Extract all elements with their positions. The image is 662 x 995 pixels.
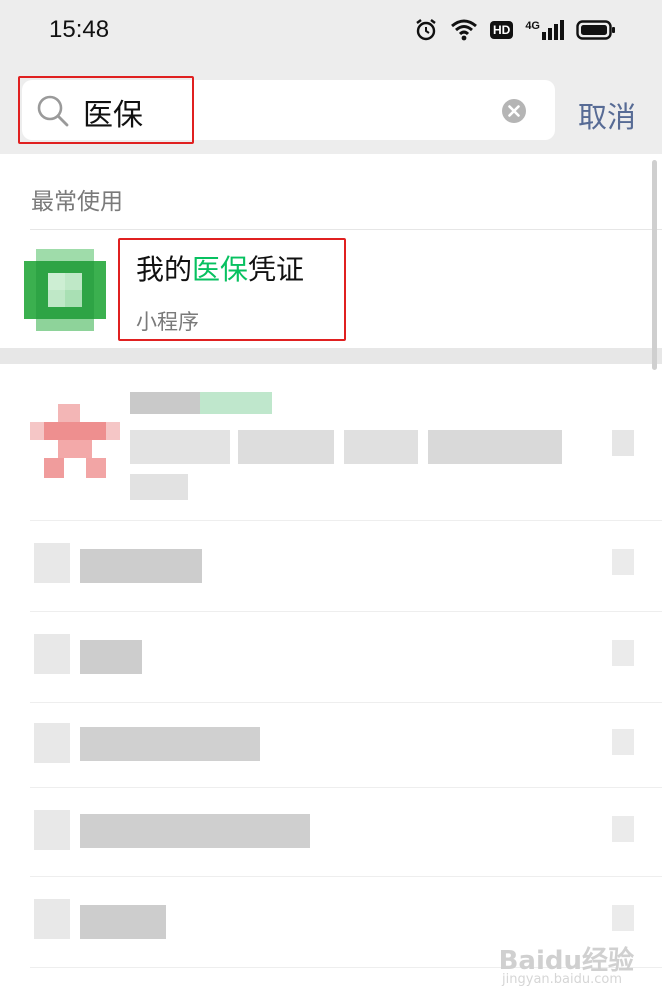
list-item[interactable] — [0, 788, 662, 876]
annotation-box-search — [18, 76, 194, 144]
blurred-arrow — [612, 816, 634, 842]
blurred-icon — [34, 810, 70, 850]
battery-icon — [576, 20, 615, 40]
annotation-box-result — [118, 238, 346, 341]
wifi-icon — [451, 19, 477, 41]
blurred-icon — [34, 634, 70, 674]
blurred-arrow — [612, 729, 634, 755]
hd-icon: HD — [489, 21, 514, 39]
status-time: 15:48 — [49, 16, 110, 43]
blurred-desc-5 — [130, 474, 188, 500]
blurred-text — [80, 727, 260, 761]
section-gap — [0, 348, 662, 364]
blurred-text — [80, 814, 310, 848]
blurred-icon — [34, 723, 70, 763]
network-type-label: 4G — [525, 20, 540, 32]
alarm-icon — [416, 19, 436, 41]
blurred-text — [80, 905, 166, 939]
list-item[interactable] — [0, 364, 662, 520]
status-icons: HD 4G — [414, 18, 616, 42]
blurred-desc-1 — [130, 430, 230, 464]
list-item[interactable] — [0, 612, 662, 702]
watermark-url: jingyan.baidu.com — [502, 972, 622, 987]
blurred-icon — [34, 899, 70, 939]
clear-icon[interactable] — [501, 98, 527, 124]
blurred-text — [80, 640, 142, 674]
4g-signal-icon: 4G — [525, 20, 564, 40]
blurred-arrow — [612, 549, 634, 575]
list-item[interactable] — [0, 703, 662, 787]
blurred-icon — [34, 543, 70, 583]
blurred-text — [80, 549, 202, 583]
blurred-arrow — [612, 905, 634, 931]
blurred-desc-4 — [428, 430, 562, 464]
section-title: 最常使用 — [31, 189, 123, 215]
blurred-arrow — [612, 640, 634, 666]
results-list: Baidu经验 jingyan.baidu.com — [0, 364, 662, 995]
blurred-highlight — [200, 392, 272, 414]
cancel-button[interactable]: 取消 — [578, 94, 636, 136]
scrollbar[interactable] — [652, 160, 657, 370]
result-avatar — [30, 404, 120, 478]
status-bar: 15:48 HD 4G — [0, 0, 662, 66]
blurred-arrow — [612, 430, 634, 456]
blurred-title — [130, 392, 200, 414]
list-item[interactable] — [0, 521, 662, 611]
blurred-desc-2 — [238, 430, 334, 464]
blurred-desc-3 — [344, 430, 418, 464]
